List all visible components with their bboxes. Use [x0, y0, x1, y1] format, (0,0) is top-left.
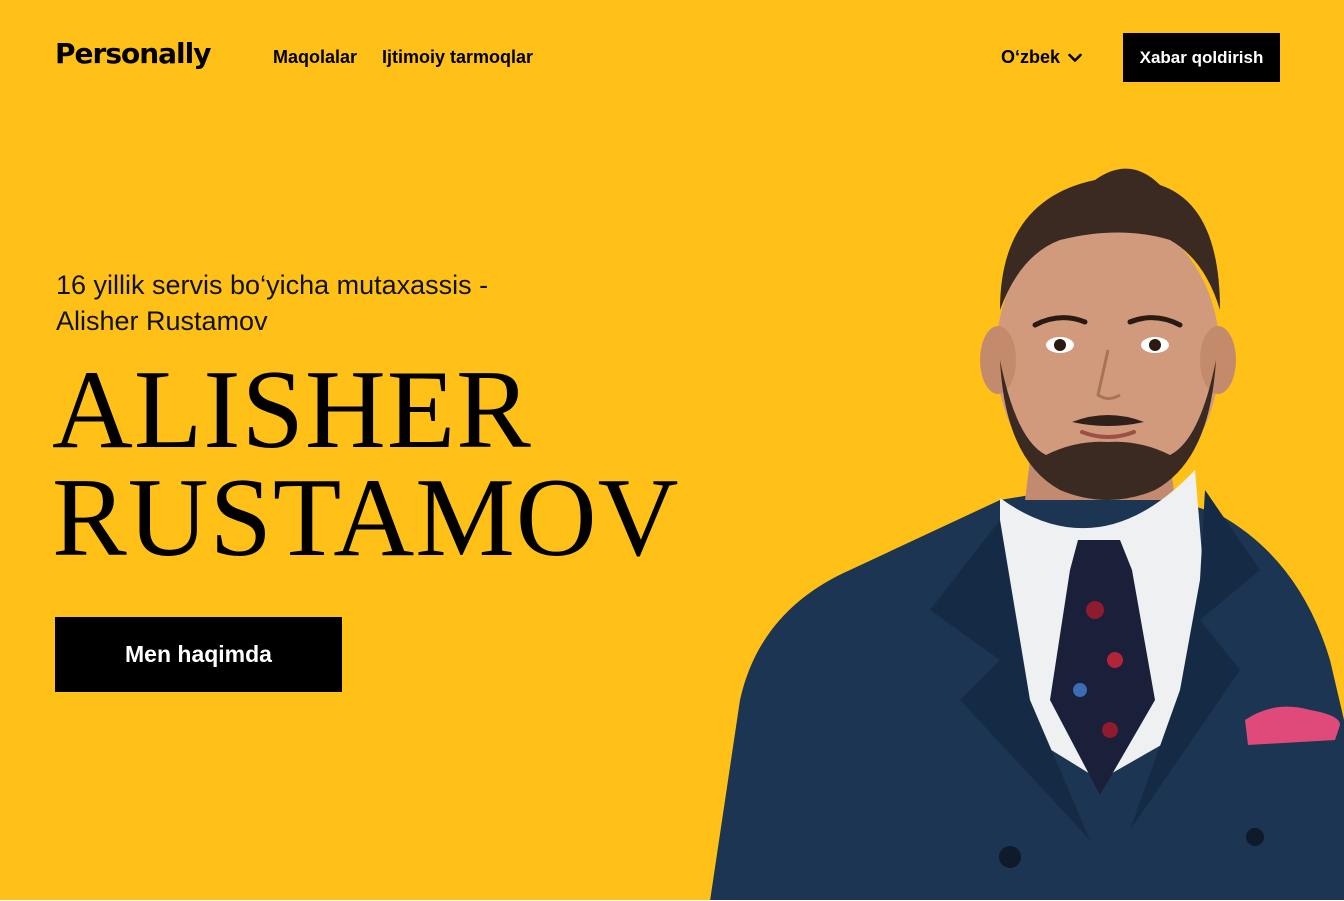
hero-section: Personally Maqolalar Ijtimoiy tarmoqlar …: [0, 0, 1344, 900]
main-nav: Maqolalar Ijtimoiy tarmoqlar: [273, 47, 533, 68]
leave-message-button[interactable]: Xabar qoldirish: [1123, 33, 1280, 82]
portrait-image: [710, 168, 1344, 900]
language-selector[interactable]: O‘zbek: [1001, 47, 1082, 68]
nav-link-ijtimoiy-tarmoqlar[interactable]: Ijtimoiy tarmoqlar: [382, 47, 533, 68]
about-me-button[interactable]: Men haqimda: [55, 617, 342, 692]
hero-subtitle-line-2: Alisher Rustamov: [56, 306, 268, 336]
hero-name-line-2: RUSTAMOV: [52, 456, 680, 580]
nav-link-maqolalar[interactable]: Maqolalar: [273, 47, 357, 68]
chevron-down-icon: [1068, 53, 1082, 62]
hero-subtitle: 16 yillik servis bo‘yicha mutaxassis - A…: [56, 267, 576, 339]
site-logo[interactable]: Personally: [55, 37, 211, 70]
hero-name-line-1: ALISHER: [52, 348, 532, 472]
hero-name-heading: ALISHER RUSTAMOV: [52, 348, 680, 580]
hero-subtitle-line-1: 16 yillik servis bo‘yicha mutaxassis -: [56, 270, 489, 300]
language-selected-label: O‘zbek: [1001, 47, 1061, 67]
